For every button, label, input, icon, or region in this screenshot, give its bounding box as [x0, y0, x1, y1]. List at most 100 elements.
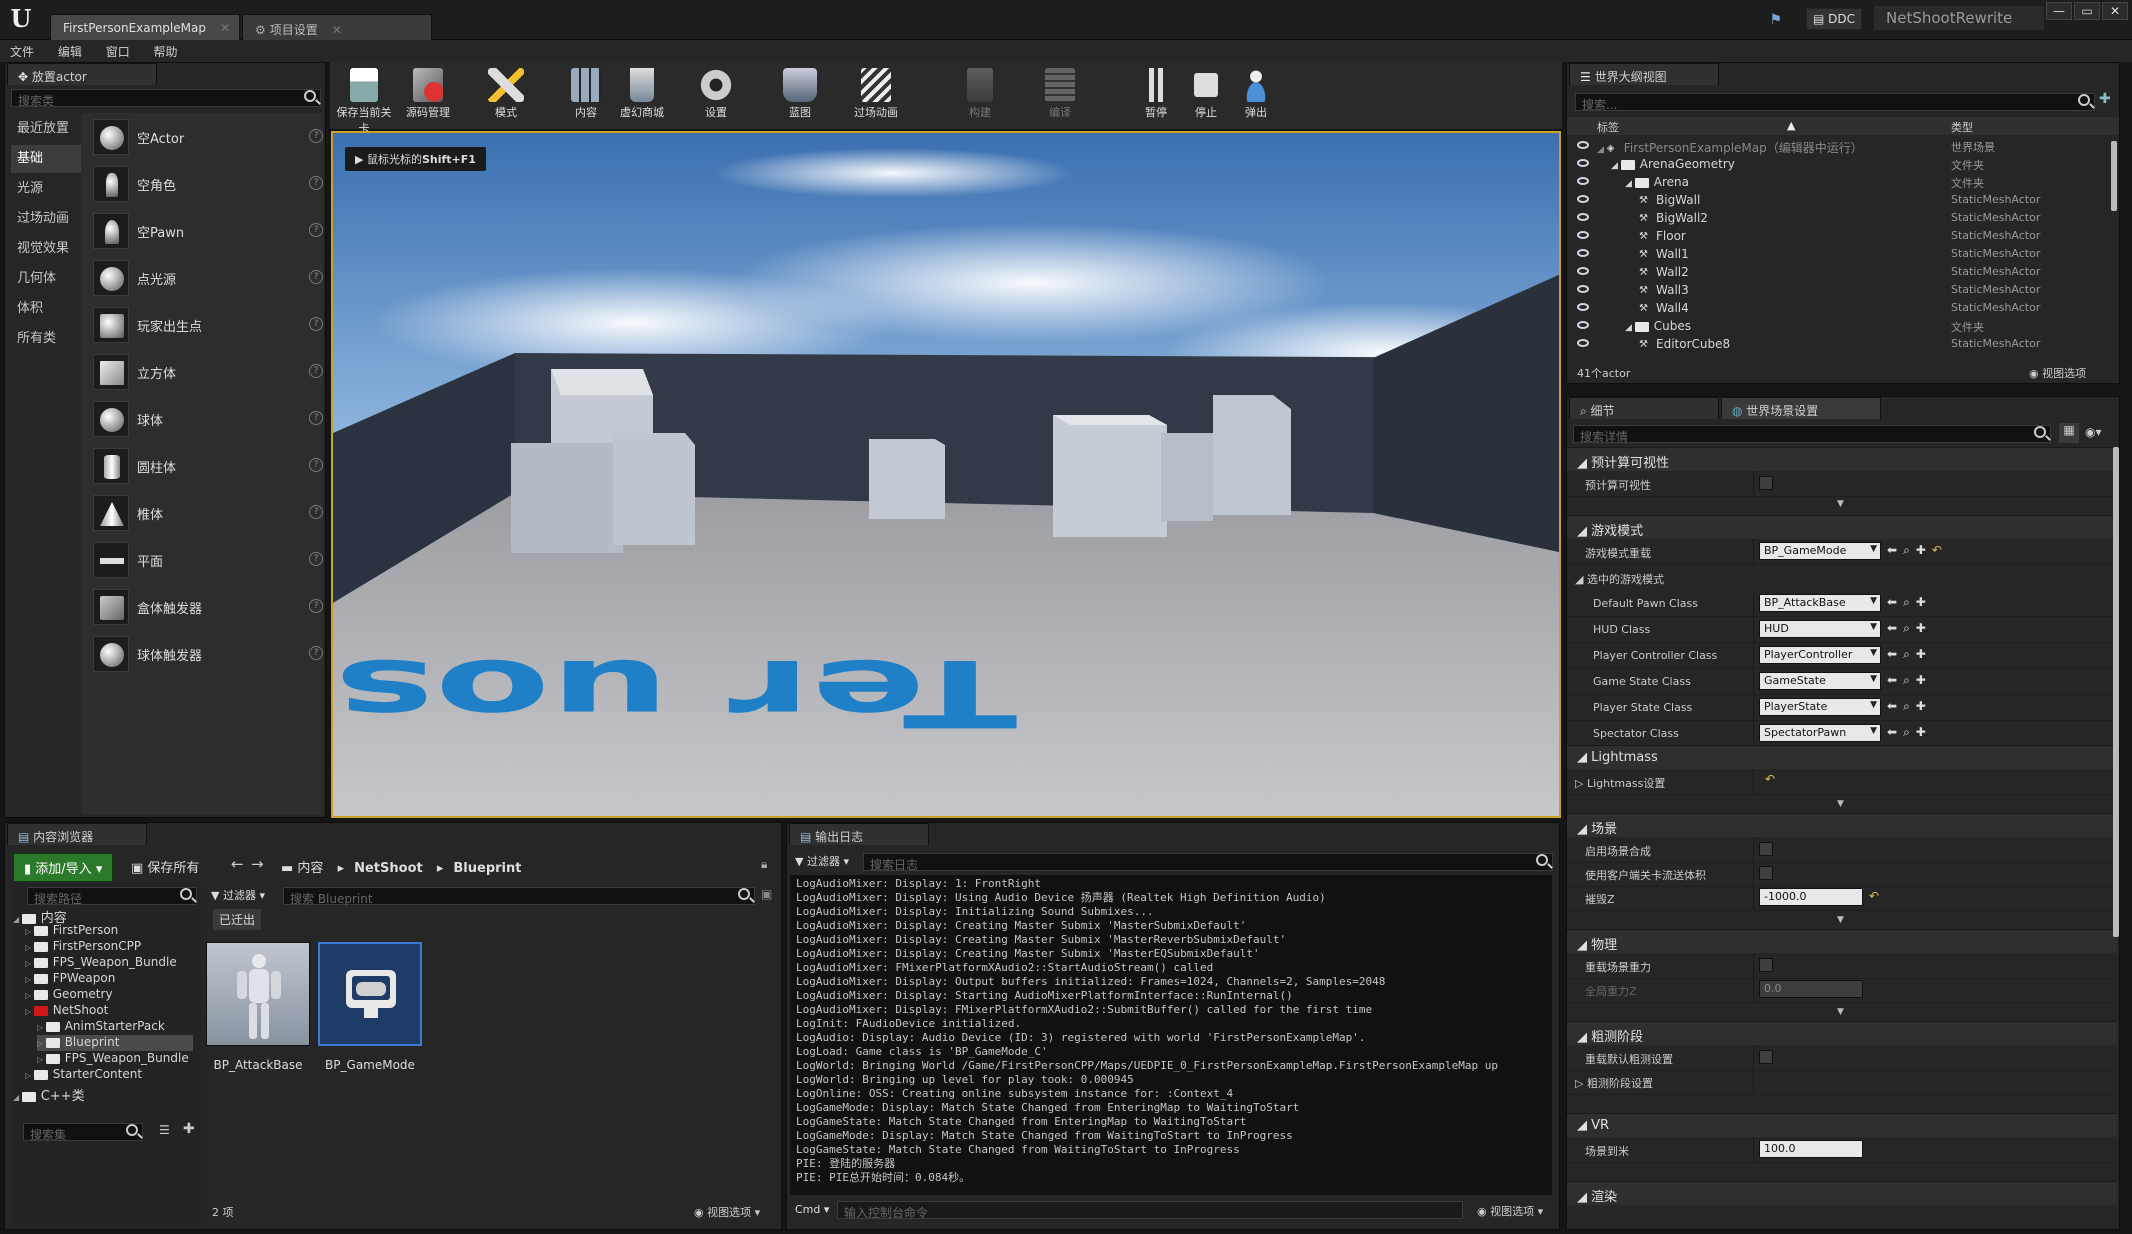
outliner-view-options[interactable]: ◉ 视图选项: [2029, 365, 2086, 381]
checkbox[interactable]: [1759, 958, 1773, 972]
maximize-button[interactable]: ▭: [2074, 2, 2100, 20]
browse-icon[interactable]: ⌕: [1903, 543, 1910, 558]
add-import-button[interactable]: ▮ 添加/导入 ▾: [13, 853, 114, 882]
expand-arrow-icon[interactable]: ◢: [13, 1093, 22, 1102]
actor-item-sphere-trigger[interactable]: 球体触发器?: [93, 632, 329, 676]
category-volumes[interactable]: 体积: [11, 295, 81, 323]
forward-arrow-icon[interactable]: →: [251, 855, 264, 873]
checkbox[interactable]: [1759, 476, 1773, 490]
breadcrumb-content[interactable]: 内容: [297, 861, 323, 876]
tab-world-settings[interactable]: ◍ 世界场景设置: [1721, 397, 1881, 419]
outliner-row[interactable]: ⚒ BigWall StaticMeshActor: [1567, 191, 2109, 209]
outliner-row[interactable]: ◢ Cubes 文件夹: [1567, 317, 2109, 335]
browse-icon[interactable]: ⌕: [1903, 725, 1910, 740]
col-type[interactable]: 类型: [1951, 119, 1973, 135]
tab-level[interactable]: FirstPersonExampleMap ✕: [50, 14, 240, 40]
use-selected-icon[interactable]: ⬅: [1887, 621, 1897, 635]
add-icon[interactable]: ✚: [1916, 699, 1926, 713]
back-arrow-icon[interactable]: ←: [231, 855, 244, 873]
blueprints-button[interactable]: 蓝图: [770, 66, 830, 124]
folder-tree-item[interactable]: ▷ AnimStarterPack: [37, 1019, 165, 1035]
close-icon[interactable]: ✕: [220, 21, 230, 35]
eye-options-icon[interactable]: ◉▾: [2085, 425, 2102, 439]
section-precomputed-visibility[interactable]: ◢ 预计算可视性: [1567, 447, 2117, 471]
asset-thumbnail-bp-gamemode[interactable]: [318, 942, 422, 1046]
actor-item-point-light[interactable]: 点光源?: [93, 256, 329, 300]
actor-item-cube[interactable]: 立方体?: [93, 350, 329, 394]
outliner-scrollbar[interactable]: [2111, 141, 2117, 211]
folder-tree-item[interactable]: ◢ C++类: [13, 1085, 85, 1104]
prop-broadphase-settings[interactable]: ▷ 粗测阶段设置: [1567, 1069, 2117, 1095]
reset-icon[interactable]: ↶: [1869, 889, 1879, 903]
use-selected-icon[interactable]: ⬅: [1887, 725, 1897, 739]
visibility-eye-icon[interactable]: [1577, 339, 1589, 347]
help-icon[interactable]: ?: [309, 552, 323, 566]
section-lightmass[interactable]: ◢ Lightmass: [1567, 745, 2117, 769]
log-text-area[interactable]: LogAudioMixer: Display: 1: FrontRight Log…: [790, 875, 1552, 1195]
help-icon[interactable]: ?: [309, 129, 323, 143]
folder-tree-item[interactable]: ▷ StarterContent: [25, 1067, 142, 1083]
close-icon[interactable]: ✕: [332, 23, 342, 37]
save-search-icon[interactable]: ▣: [761, 887, 772, 901]
visibility-eye-icon[interactable]: [1577, 141, 1589, 149]
category-visual-effects[interactable]: 视觉效果: [11, 235, 81, 263]
category-recent[interactable]: 最近放置: [11, 115, 81, 143]
visibility-eye-icon[interactable]: [1577, 195, 1589, 203]
section-game-mode[interactable]: ◢ 游戏模式: [1567, 515, 2117, 539]
add-folder-icon[interactable]: ✚: [2099, 91, 2111, 107]
outliner-row[interactable]: ⚒ BigWall2 StaticMeshActor: [1567, 209, 2109, 227]
shortcut-hint[interactable]: ▶ 鼠标光标的Shift+F1: [345, 147, 486, 171]
log-filters-button[interactable]: ▼ 过滤器 ▾: [795, 853, 849, 869]
browse-icon[interactable]: ⌕: [1903, 699, 1910, 714]
output-log-tab[interactable]: ▤ 输出日志: [789, 823, 929, 845]
visibility-eye-icon[interactable]: [1577, 213, 1589, 221]
actor-item-box-trigger[interactable]: 盒体触发器?: [93, 585, 329, 629]
outliner-row[interactable]: ⚒ Wall4 StaticMeshActor: [1567, 299, 2109, 317]
folder-tree-item[interactable]: ▷ NetShoot: [25, 1003, 108, 1019]
class-select[interactable]: GameState: [1759, 672, 1881, 690]
help-icon[interactable]: ?: [309, 317, 323, 331]
help-icon[interactable]: ?: [309, 599, 323, 613]
section-vr[interactable]: ◢ VR: [1567, 1113, 2117, 1137]
outliner-row[interactable]: ⚒ Floor StaticMeshActor: [1567, 227, 2109, 245]
tab-project-settings[interactable]: ⚙ 项目设置 ✕: [242, 14, 432, 40]
build-button[interactable]: 构建: [950, 66, 1010, 124]
category-basic[interactable]: 基础: [11, 145, 81, 173]
folder-tree-item[interactable]: ▷ FPS_Weapon_Bundle: [25, 955, 177, 971]
expand-arrow-icon[interactable]: ▷: [25, 991, 34, 1000]
use-selected-icon[interactable]: ⬅: [1887, 647, 1897, 661]
expand-arrow-icon[interactable]: ▷: [25, 975, 34, 984]
class-select[interactable]: PlayerController: [1759, 646, 1881, 664]
folder-tree-item[interactable]: ▷ FPS_Weapon_Bundle: [37, 1051, 189, 1067]
class-select[interactable]: SpectatorPawn: [1759, 724, 1881, 742]
visibility-eye-icon[interactable]: [1577, 285, 1589, 293]
world-outliner-tab[interactable]: ☰ 世界大纲视图: [1569, 63, 1719, 85]
content-button[interactable]: 内容: [556, 66, 616, 124]
unreal-logo-icon[interactable]: U: [6, 4, 36, 34]
expand-advanced-icon[interactable]: ▼: [1837, 799, 1847, 809]
outliner-search-input[interactable]: 搜索...: [1575, 93, 2095, 112]
collections-list-icon[interactable]: ☰: [159, 1123, 170, 1137]
browse-icon[interactable]: ⌕: [1903, 673, 1910, 688]
outliner-row[interactable]: ◢ ArenaGeometry 文件夹: [1567, 155, 2109, 173]
visibility-eye-icon[interactable]: [1577, 249, 1589, 257]
expand-arrow-icon[interactable]: ◢: [1597, 145, 1607, 155]
browse-icon[interactable]: ⌕: [1903, 621, 1910, 636]
checkbox[interactable]: [1759, 1050, 1773, 1064]
add-icon[interactable]: ✚: [1916, 543, 1926, 557]
use-selected-icon[interactable]: ⬅: [1887, 699, 1897, 713]
class-select[interactable]: HUD: [1759, 620, 1881, 638]
outliner-row[interactable]: ◢ ◈ FirstPersonExampleMap（编辑器中运行） 世界场景: [1567, 137, 2109, 155]
class-select[interactable]: BP_AttackBase: [1759, 594, 1881, 612]
eject-button[interactable]: 弹出: [1226, 66, 1286, 124]
console-command-input[interactable]: 输入控制台命令: [837, 1201, 1463, 1220]
outliner-row[interactable]: ⚒ Wall2 StaticMeshActor: [1567, 263, 2109, 281]
tab-details[interactable]: ⌕ 细节: [1569, 397, 1719, 419]
checkbox[interactable]: [1759, 842, 1773, 856]
asset-search-input[interactable]: 搜索 Blueprint: [283, 887, 755, 906]
add-icon[interactable]: ✚: [1916, 647, 1926, 661]
prop-lightmass-settings[interactable]: ▷ Lightmass设置 ↶: [1567, 769, 2117, 795]
expand-arrow-icon[interactable]: ▷: [25, 959, 34, 968]
category-all-classes[interactable]: 所有类: [11, 325, 81, 353]
class-search-input[interactable]: 搜索类: [11, 89, 321, 108]
